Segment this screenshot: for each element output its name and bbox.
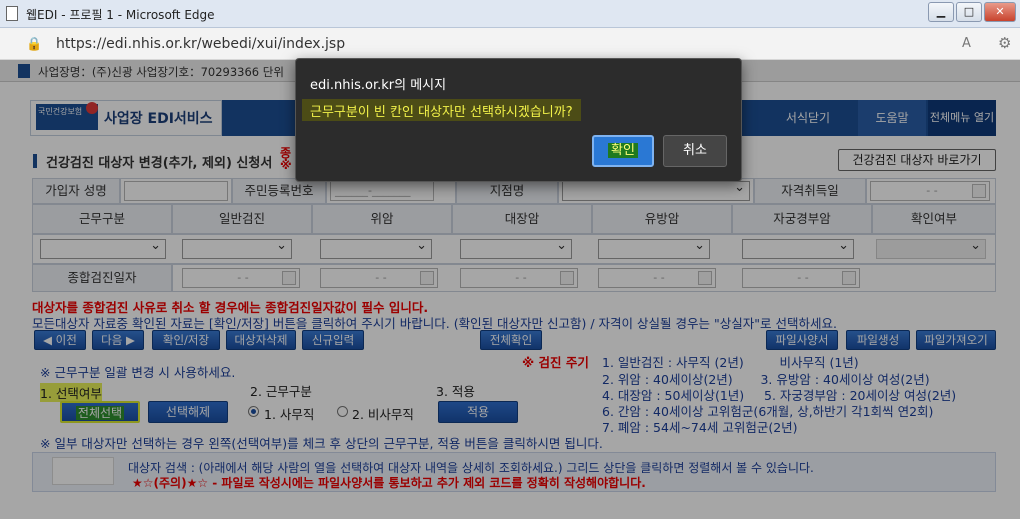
confirm-dialog: edi.nhis.or.kr의 메시지 근무구분이 빈 칸인 대상자만 선택하시… bbox=[295, 58, 742, 182]
maximize-button[interactable]: □ bbox=[956, 2, 982, 22]
address-bar: 🔒 https://edi.nhis.or.kr/webedi/xui/inde… bbox=[0, 28, 1020, 60]
window-title: 웹EDI - 프로필 1 - Microsoft Edge bbox=[26, 8, 215, 22]
window-titlebar: 웹EDI - 프로필 1 - Microsoft Edge ▁ □ ✕ bbox=[0, 0, 1020, 28]
close-button[interactable]: ✕ bbox=[984, 2, 1016, 22]
page-icon bbox=[6, 6, 18, 21]
url-text[interactable]: https://edi.nhis.or.kr/webedi/xui/index.… bbox=[56, 36, 345, 52]
lock-icon[interactable]: 🔒 bbox=[26, 37, 42, 52]
minimize-button[interactable]: ▁ bbox=[928, 2, 954, 22]
settings-icon[interactable]: ⚙ bbox=[998, 34, 1011, 52]
dialog-ok-button[interactable]: 확인 bbox=[592, 135, 654, 167]
read-aloud-icon[interactable]: A bbox=[962, 36, 971, 51]
dialog-cancel-button[interactable]: 취소 bbox=[663, 135, 727, 167]
dialog-message: 근무구분이 빈 칸인 대상자만 선택하시겠습니까? bbox=[302, 99, 581, 121]
dialog-title: edi.nhis.or.kr의 메시지 bbox=[310, 78, 447, 93]
dialog-ok-label: 확인 bbox=[608, 143, 638, 158]
